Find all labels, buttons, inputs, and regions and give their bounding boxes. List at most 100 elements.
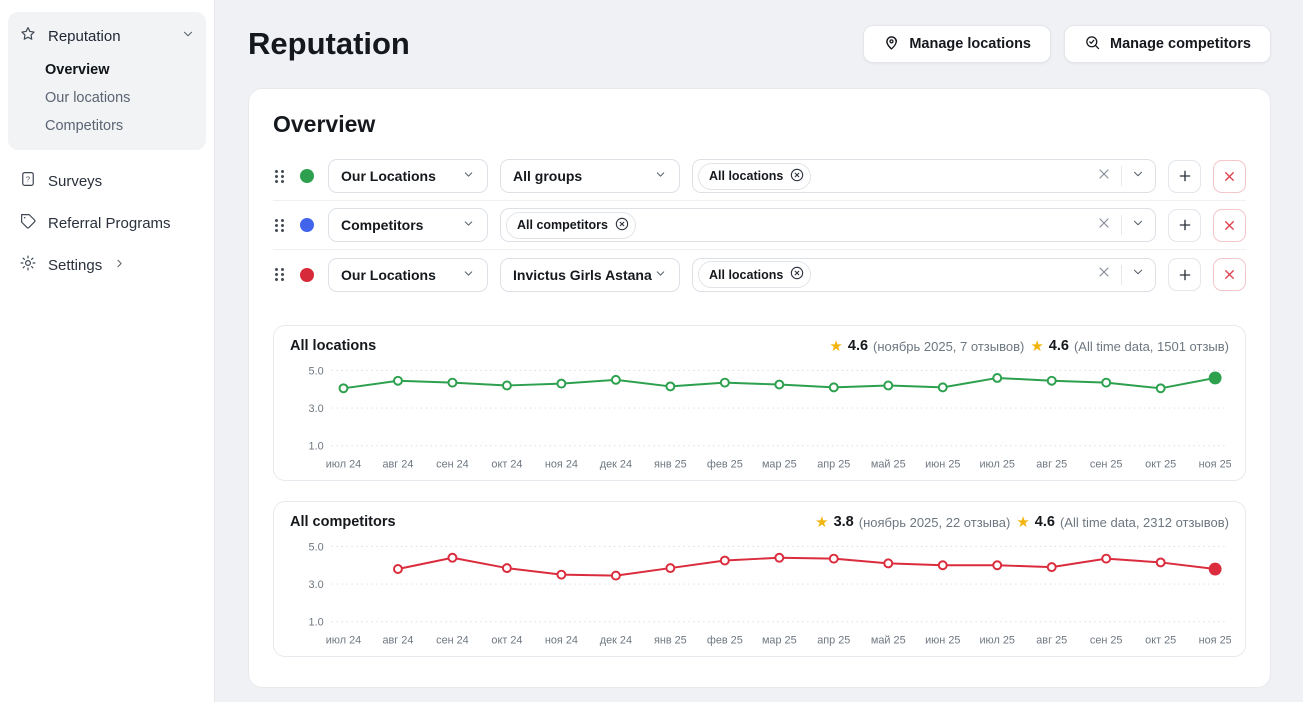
source-type-select[interactable]: Our Locations: [328, 159, 488, 193]
series-color-dot-2: [300, 268, 314, 282]
sidebar-item-settings[interactable]: Settings: [8, 244, 206, 286]
map-pin-icon: [883, 34, 900, 55]
chip-remove-icon[interactable]: [789, 265, 805, 284]
add-series-button[interactable]: [1168, 258, 1201, 291]
sidebar-item-surveys[interactable]: ? Surveys: [8, 160, 206, 202]
svg-text:сен 25: сен 25: [1090, 634, 1123, 646]
clear-selection-icon[interactable]: [1096, 166, 1112, 187]
svg-text:апр 25: апр 25: [817, 458, 850, 470]
chip-remove-icon[interactable]: [789, 167, 805, 186]
svg-text:окт 24: окт 24: [491, 458, 522, 470]
svg-text:июн 25: июн 25: [925, 458, 960, 470]
sidebar-item-referral-programs[interactable]: Referral Programs: [8, 202, 206, 244]
add-series-button[interactable]: [1168, 209, 1201, 242]
svg-text:янв 25: янв 25: [654, 458, 687, 470]
remove-series-button[interactable]: [1213, 160, 1246, 193]
remove-series-button[interactable]: [1213, 258, 1246, 291]
chevron-down-icon[interactable]: [1131, 216, 1145, 235]
sidebar-group-reputation: Reputation Overview Our locations Compet…: [8, 12, 206, 150]
svg-text:июл 25: июл 25: [979, 634, 1014, 646]
drag-handle-icon[interactable]: [273, 266, 286, 283]
overview-card: Overview Our Locations All groups All lo…: [248, 88, 1271, 688]
svg-text:май 25: май 25: [871, 634, 906, 646]
svg-text:окт 25: окт 25: [1145, 634, 1176, 646]
selected-chip[interactable]: All competitors: [506, 212, 636, 239]
remove-series-button[interactable]: [1213, 209, 1246, 242]
chevron-down-icon: [462, 168, 475, 184]
rating-badge-alltime: ★ 4.6 (All time data, 1501 отзыв): [1030, 338, 1229, 354]
sidebar-item-label: Settings: [48, 257, 102, 274]
selected-chip[interactable]: All locations: [698, 163, 811, 190]
add-series-button[interactable]: [1168, 160, 1201, 193]
svg-text:1.0: 1.0: [309, 441, 324, 453]
svg-text:июл 24: июл 24: [326, 458, 361, 470]
drag-handle-icon[interactable]: [273, 168, 286, 185]
svg-text:ноя 24: ноя 24: [545, 634, 578, 646]
svg-text:мар 25: мар 25: [762, 458, 797, 470]
svg-text:ноя 25: ноя 25: [1199, 634, 1231, 646]
svg-text:фев 25: фев 25: [707, 634, 743, 646]
series-color-dot-0: [300, 169, 314, 183]
svg-text:окт 24: окт 24: [491, 634, 522, 646]
chevron-down-icon: [181, 27, 195, 45]
locations-multiselect[interactable]: All locations: [692, 258, 1156, 292]
svg-text:дек 24: дек 24: [600, 634, 632, 646]
chevron-down-icon[interactable]: [1131, 265, 1145, 284]
svg-text:апр 25: апр 25: [817, 634, 850, 646]
svg-text:окт 25: окт 25: [1145, 458, 1176, 470]
chart-card-all-competitors: All competitors ★ 3.8 (ноябрь 2025, 22 о…: [273, 501, 1246, 657]
drag-handle-icon[interactable]: [273, 217, 286, 234]
source-type-select[interactable]: Our Locations: [328, 258, 488, 292]
svg-text:июл 24: июл 24: [326, 634, 361, 646]
competitors-multiselect[interactable]: All competitors: [500, 208, 1156, 242]
sidebar-item-overview[interactable]: Overview: [8, 56, 206, 84]
sidebar-item-label: Referral Programs: [48, 215, 171, 232]
svg-text:мар 25: мар 25: [762, 634, 797, 646]
rating-badge-alltime: ★ 4.6 (All time data, 2312 отзывов): [1016, 514, 1229, 530]
rating-line-chart: 5.03.01.0июл 24авг 24сен 24окт 24ноя 24д…: [288, 532, 1231, 650]
group-select[interactable]: Invictus Girls Astana: [500, 258, 680, 292]
sidebar-item-competitors[interactable]: Competitors: [8, 112, 206, 140]
svg-text:сен 24: сен 24: [436, 458, 469, 470]
svg-text:янв 25: янв 25: [654, 634, 687, 646]
svg-text:ноя 24: ноя 24: [545, 458, 578, 470]
source-type-select[interactable]: Competitors: [328, 208, 488, 242]
sidebar-item-reputation[interactable]: Reputation: [8, 16, 206, 56]
sidebar-item-label: Reputation: [48, 28, 170, 45]
filter-row-invictus: Our Locations Invictus Girls Astana All …: [273, 250, 1246, 299]
svg-text:5.0: 5.0: [309, 365, 324, 377]
clear-selection-icon[interactable]: [1096, 264, 1112, 285]
chevron-down-icon[interactable]: [1131, 167, 1145, 186]
svg-text:авг 25: авг 25: [1036, 458, 1067, 470]
sidebar: Reputation Overview Our locations Compet…: [0, 0, 215, 702]
rating-line-chart: 5.03.01.0июл 24авг 24сен 24окт 24ноя 24д…: [288, 356, 1231, 474]
sidebar-item-our-locations[interactable]: Our locations: [8, 84, 206, 112]
svg-text:3.0: 3.0: [309, 579, 324, 591]
filter-row-competitors: Competitors All competitors: [273, 201, 1246, 250]
manage-competitors-button[interactable]: Manage competitors: [1064, 25, 1271, 63]
locations-multiselect[interactable]: All locations: [692, 159, 1156, 193]
rating-badge-month: ★ 4.6 (ноябрь 2025, 7 отзывов): [829, 338, 1024, 354]
chip-remove-icon[interactable]: [614, 216, 630, 235]
chevron-right-icon: [113, 257, 126, 274]
sidebar-item-label: Surveys: [48, 173, 102, 190]
overview-title: Overview: [273, 111, 1246, 138]
search-check-icon: [1084, 34, 1101, 55]
svg-text:авг 24: авг 24: [382, 458, 413, 470]
chart-title: All locations: [290, 338, 376, 354]
star-icon: [19, 25, 37, 47]
manage-locations-button[interactable]: Manage locations: [863, 25, 1051, 63]
svg-text:?: ?: [26, 175, 30, 184]
filter-row-our-locations: Our Locations All groups All locations: [273, 152, 1246, 201]
main-content: Reputation Manage locations Manage compe…: [216, 0, 1303, 688]
clear-selection-icon[interactable]: [1096, 215, 1112, 236]
svg-text:фев 25: фев 25: [707, 458, 743, 470]
svg-text:июл 25: июл 25: [979, 458, 1014, 470]
tag-icon: [19, 212, 37, 234]
chevron-down-icon: [462, 217, 475, 233]
svg-text:1.0: 1.0: [309, 617, 324, 629]
selected-chip[interactable]: All locations: [698, 261, 811, 288]
group-select[interactable]: All groups: [500, 159, 680, 193]
star-icon: ★: [829, 339, 842, 354]
chevron-down-icon: [462, 267, 475, 283]
